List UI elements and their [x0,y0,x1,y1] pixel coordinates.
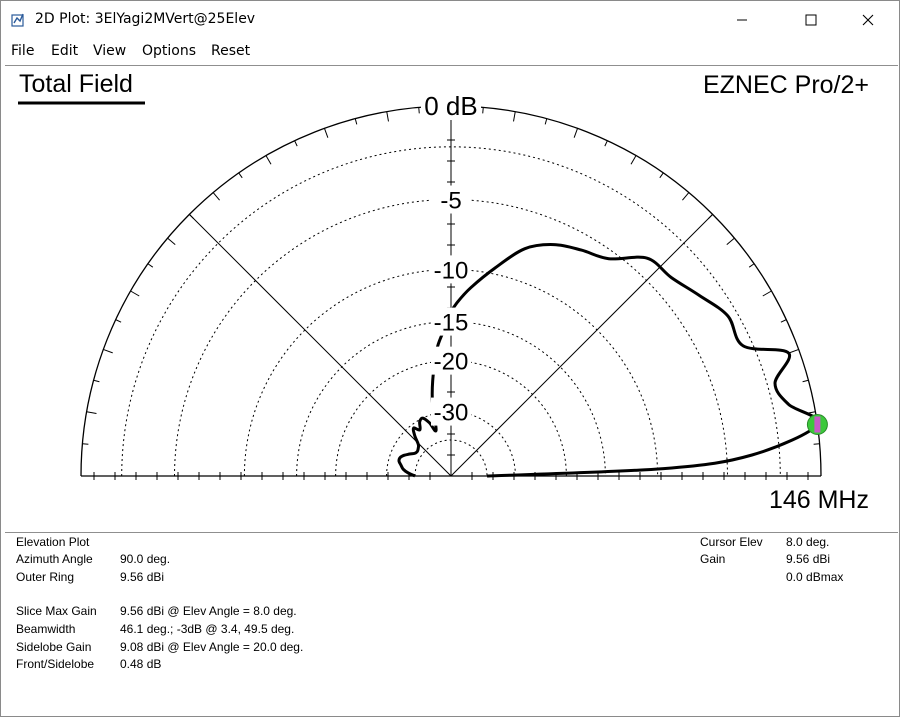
angle-tick [115,319,122,323]
angle-tick [789,348,799,354]
info-azimuth-label: Azimuth Angle [16,552,93,566]
info-panel: Elevation Plot Azimuth Angle 90.0 deg. O… [5,533,898,715]
menu-bar: File Edit View Options Reset [1,39,899,65]
angle-tick [189,214,194,219]
angle-tick [93,379,100,383]
angle-tick [726,237,735,245]
angle-tick [630,155,637,165]
angle-tick [513,111,516,122]
ring-label: 0 dB [424,91,478,121]
angle-tick [573,128,579,138]
polar-plot[interactable]: 0 dB -5 -10 -15 -20 -30 Total Field EZNEC Pro… [5,66,898,532]
angle-tick [238,172,243,179]
cursor-elev-value: 8.0 deg. [786,535,830,549]
maximize-icon [805,14,817,26]
angle-tick [813,443,820,445]
angle-tick [212,192,220,201]
plot-window: 2D Plot: 3ElYagi2MVert@25Elev File Edit … [0,0,900,717]
info-max-gain-value: 9.56 dBi @ Elev Angle = 8.0 deg. [120,604,297,618]
ring-label: -15 [434,310,469,337]
close-button[interactable] [845,1,891,39]
menu-edit[interactable]: Edit [51,43,78,59]
info-sidelobe-value: 9.08 dBi @ Elev Angle = 20.0 deg. [120,640,304,654]
info-front-sidelobe-label: Front/Sidelobe [16,657,95,671]
window-title: 2D Plot: 3ElYagi2MVert@25Elev [35,11,256,27]
close-icon [862,14,874,26]
angle-tick [482,107,484,114]
angle-tick [103,348,113,354]
frequency-label: 146 MHz [769,486,869,514]
angle-tick [762,290,772,297]
cursor-bar [814,416,821,433]
info-outer-ring-label: Outer Ring [16,570,75,584]
plot-heading: Total Field [19,70,133,98]
angle-tick [386,111,389,122]
angle-tick [780,319,787,323]
angle-tick [294,140,298,147]
cursor-gain-label: Gain [700,552,726,566]
info-outer-ring-value: 9.56 dBi [120,570,165,584]
menu-file[interactable]: File [11,43,34,59]
maximize-button[interactable] [788,1,834,39]
angle-tick [130,290,140,297]
brand-label: EZNEC Pro/2+ [703,71,869,99]
angle-tick [82,443,89,445]
menu-options[interactable]: Options [142,43,196,59]
cursor-elev-label: Cursor Elev [700,535,763,549]
info-beamwidth-label: Beamwidth [16,622,76,636]
info-front-sidelobe-value: 0.48 dB [120,657,162,671]
angle-tick [323,128,329,138]
ring-label: -5 [440,188,461,215]
angle-tick [708,214,713,219]
minimize-button[interactable] [719,1,765,39]
ring-label: -20 [434,349,469,376]
info-plot-type: Elevation Plot [16,535,90,549]
angle-tick [544,118,548,125]
info-sidelobe-label: Sidelobe Gain [16,640,92,654]
plot-area[interactable]: 0 dB -5 -10 -15 -20 -30 Total Field EZNEC Pro… [5,65,898,533]
angle-tick [604,140,608,147]
info-beamwidth-value: 46.1 deg.; -3dB @ 3.4, 49.5 deg. [120,622,295,636]
ring-label: -30 [434,400,469,427]
cursor-gain-value: 9.56 dBi [786,552,831,566]
diagonal-spoke [450,214,713,477]
angle-tick [147,263,154,268]
angle-tick [354,118,358,125]
info-azimuth-value: 90.0 deg. [120,552,171,566]
angle-tick [265,155,272,165]
menu-reset[interactable]: Reset [211,43,250,59]
angle-tick [86,411,97,414]
diagonal-spoke [189,214,452,477]
cursor-marker[interactable] [806,414,828,436]
angle-tick [659,172,664,179]
minimize-icon [737,19,747,21]
cursor-dbmax-value: 0.0 dBmax [786,570,844,584]
angle-tick [802,379,809,383]
angle-tick [418,107,420,114]
app-icon [11,13,24,27]
angle-tick [748,263,755,268]
angle-tick [682,192,690,201]
info-max-gain-label: Slice Max Gain [16,604,97,618]
menu-view[interactable]: View [93,43,126,59]
angle-tick [167,237,176,245]
title-bar[interactable]: 2D Plot: 3ElYagi2MVert@25Elev [1,1,899,39]
ring-label: -10 [434,257,469,284]
